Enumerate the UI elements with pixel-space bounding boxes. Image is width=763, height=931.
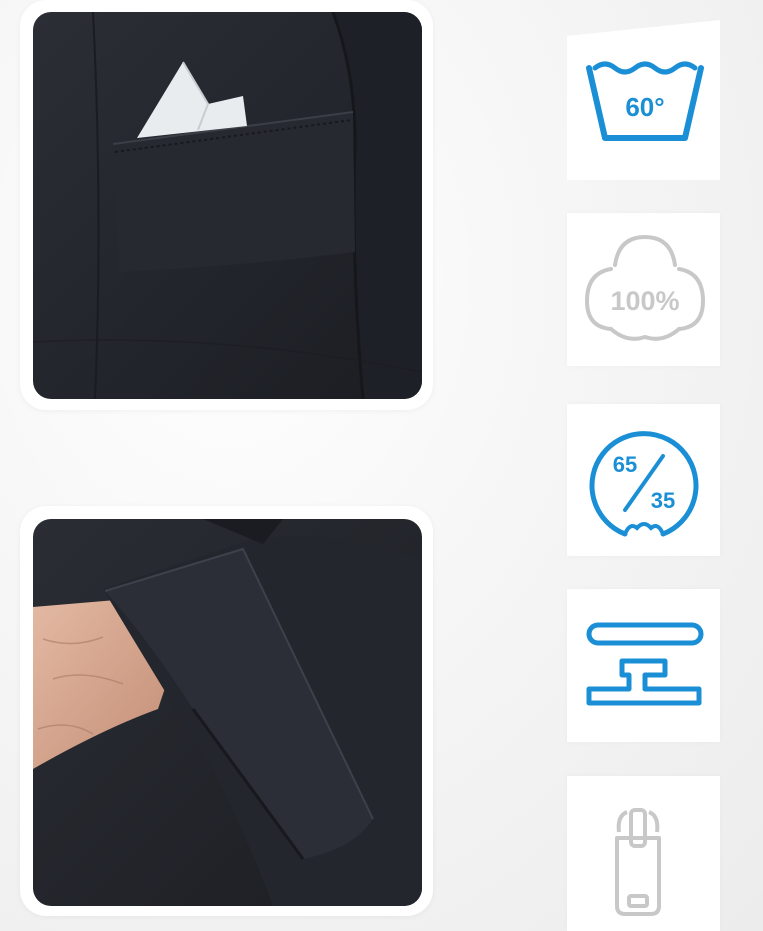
blend-top-label: 65: [613, 452, 637, 477]
press-stud-icon: [586, 622, 704, 706]
icon-card-wash: 60°: [567, 20, 720, 180]
product-detail-page: 60° 100% 65 35: [0, 0, 763, 931]
blend-65-35-icon: [589, 431, 699, 537]
icon-card-press-stud: [567, 589, 720, 742]
zipper-icon: [615, 808, 661, 916]
cotton-percentage-label: 100%: [610, 286, 679, 316]
pocket-detail-photo: [33, 12, 422, 399]
icon-card-blend: 65 35: [567, 404, 720, 556]
icon-card-cotton: 100%: [567, 213, 720, 366]
wash-temperature-label: 60°: [625, 92, 664, 122]
blend-bottom-label: 35: [651, 488, 675, 513]
sleeve-cuff-photo: [33, 519, 422, 906]
icon-card-zipper: [567, 776, 720, 931]
